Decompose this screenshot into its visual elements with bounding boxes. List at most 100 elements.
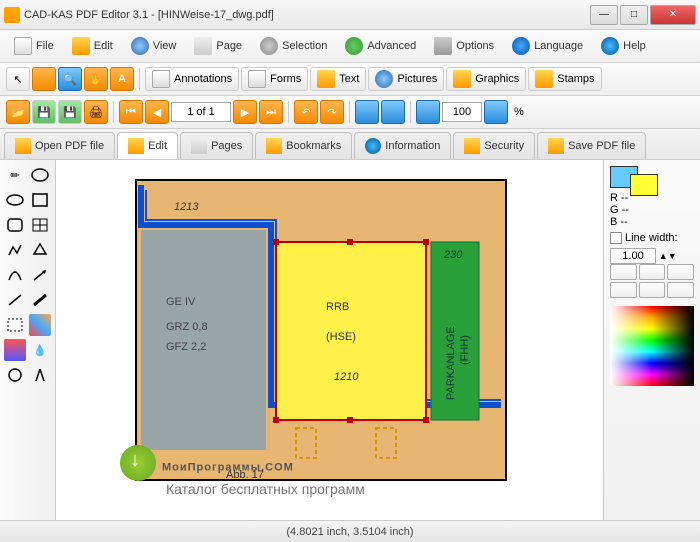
zoom-percent-label: % [514,106,524,118]
window-title: CAD-KAS PDF Editor 3.1 - [HINWeise-17_dw… [24,9,590,21]
tab-open-label: Open PDF file [35,140,104,152]
dash-style-button[interactable] [667,282,694,298]
ellipse-tool[interactable] [29,164,51,186]
maximize-button[interactable]: □ [620,5,648,25]
tab-bookmarks[interactable]: Bookmarks [255,132,352,159]
tool-button[interactable] [32,67,56,91]
color-picker[interactable] [610,306,694,386]
dash-style-button[interactable] [639,264,666,280]
crop-tool[interactable] [4,364,26,386]
tab-information[interactable]: Information [354,132,451,159]
graphics-icon [453,70,471,88]
menu-advanced[interactable]: Advanced [337,34,424,58]
save-button[interactable]: 💾 [32,100,56,124]
tab-edit[interactable]: Edit [117,132,178,159]
fill-tool[interactable] [29,314,51,336]
separator [288,101,289,123]
marquee-tool[interactable] [4,314,26,336]
tab-open-pdf[interactable]: Open PDF file [4,132,115,159]
line-tool[interactable] [4,289,26,311]
first-page-button[interactable]: ⏮ [119,100,143,124]
prev-page-button[interactable]: ◀ [145,100,169,124]
menu-selection[interactable]: Selection [252,34,335,58]
pointer-tool-button[interactable]: ↖ [6,67,30,91]
zoom-input[interactable] [442,102,482,122]
graphics-button[interactable]: Graphics [446,67,526,91]
menu-help[interactable]: Help [593,34,654,58]
menu-edit-label: Edit [94,40,113,52]
menu-help-label: Help [623,40,646,52]
dash-style-button[interactable] [639,282,666,298]
stamps-button[interactable]: Stamps [528,67,601,91]
tab-pages[interactable]: Pages [180,132,253,159]
fit-width-button[interactable] [355,100,379,124]
toolbar-annotations: ↖ 🔍 ✋ A Annotations Forms Text Pictures … [0,63,700,96]
rounded-rect-tool[interactable] [4,214,26,236]
brush-tool[interactable]: ✏ [4,164,26,186]
menu-edit[interactable]: Edit [64,34,121,58]
undo-button[interactable]: ↶ [294,100,318,124]
open-button[interactable]: 📂 [6,100,30,124]
advanced-icon [345,37,363,55]
minimize-button[interactable]: — [590,5,618,25]
rect-tool[interactable] [29,189,51,211]
annotations-icon [152,70,170,88]
arrow-tool[interactable] [29,264,51,286]
redo-button[interactable]: ↷ [320,100,344,124]
tab-save-pdf[interactable]: Save PDF file [537,132,646,159]
zoom-in-button[interactable] [484,100,508,124]
dash-style-button[interactable] [610,264,637,280]
info-icon [365,138,381,154]
curve-tool[interactable] [4,264,26,286]
label-abb: Abb. 17 [226,469,264,481]
oval-tool[interactable] [4,189,26,211]
pictures-button[interactable]: Pictures [368,67,444,91]
page-input[interactable] [171,102,231,122]
menu-file[interactable]: File [6,34,62,58]
app-icon [4,7,20,23]
thick-line-tool[interactable] [29,289,51,311]
separator [349,101,350,123]
forms-button[interactable]: Forms [241,67,308,91]
bookmarks-icon [266,138,282,154]
fit-page-button[interactable] [381,100,405,124]
last-page-button[interactable]: ⏭ [259,100,283,124]
linewidth-checkbox[interactable] [610,232,622,244]
zoom-out-button[interactable] [416,100,440,124]
grid-tool[interactable] [29,214,51,236]
print-button[interactable]: 🖨 [84,100,108,124]
menu-language-label: Language [534,40,583,52]
eyedropper-tool[interactable]: 💧 [29,339,51,361]
background-swatch[interactable] [630,174,658,196]
rgb-readout: R -- G -- B -- [610,192,694,228]
menu-language[interactable]: Language [504,34,591,58]
color-swatches[interactable] [610,166,694,188]
g-value: G -- [610,204,694,216]
text-tool-button[interactable]: A [110,67,134,91]
next-page-button[interactable]: ▶ [233,100,257,124]
tab-security[interactable]: Security [453,132,535,159]
gradient-tool[interactable] [4,339,26,361]
label-1210: 1210 [334,371,359,383]
menu-page[interactable]: Page [186,34,250,58]
hand-tool-button[interactable]: ✋ [84,67,108,91]
linewidth-input[interactable] [610,248,656,264]
saveas-button[interactable]: 💾 [58,100,82,124]
dash-style-button[interactable] [667,264,694,280]
menu-options[interactable]: Options [426,34,502,58]
polygon-tool[interactable] [29,239,51,261]
linewidth-label: Line width: [625,232,678,244]
menu-view[interactable]: View [123,34,185,58]
tool-button[interactable]: 🔍 [58,67,82,91]
close-button[interactable]: ✕ [650,5,696,25]
left-tool-palette: ✏ 💧 [0,160,56,520]
graphics-label: Graphics [475,73,519,85]
label-gfz: GFZ 2,2 [166,341,206,353]
dash-style-button[interactable] [610,282,637,298]
text-button[interactable]: Text [310,67,366,91]
annotations-button[interactable]: Annotations [145,67,239,91]
polyline-tool[interactable] [4,239,26,261]
compass-tool[interactable] [29,364,51,386]
language-icon [512,37,530,55]
document-canvas[interactable]: 1213 GE IV GRZ 0,8 GFZ 2,2 RRB (HSE) 121… [56,160,604,520]
